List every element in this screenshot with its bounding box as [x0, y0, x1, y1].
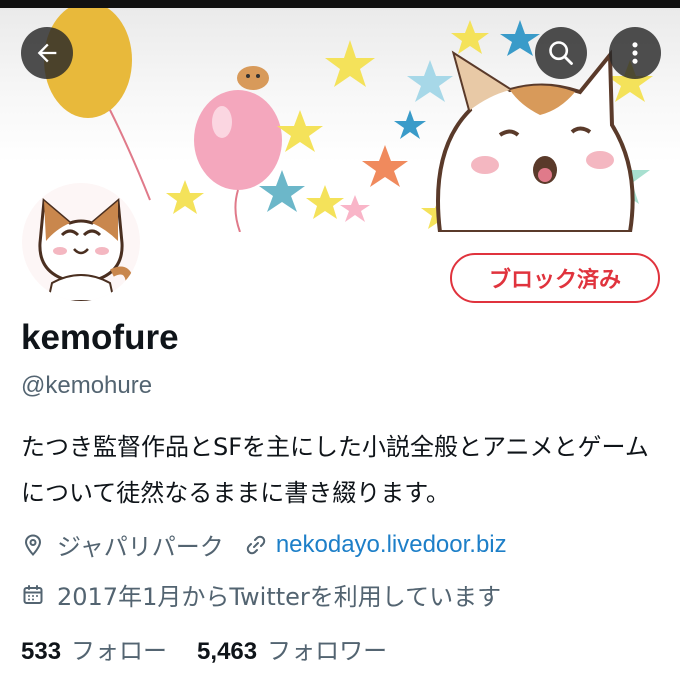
back-button[interactable] [21, 27, 73, 79]
following-label[interactable]: フォロー [71, 631, 167, 666]
location-pin-icon [21, 533, 45, 557]
following-count[interactable]: 533 [21, 638, 61, 666]
avatar-cat-image [22, 183, 140, 301]
calendar-icon [21, 583, 45, 607]
cat-illustration [436, 49, 635, 232]
search-button[interactable] [535, 27, 587, 79]
profile-bio: たつき監督作品とSFを主にした小説全般とアニメとゲームについて徒然なるままに書き… [21, 433, 649, 507]
joined-date-text: 2017年1月からTwitterを利用しています [57, 583, 502, 611]
arrow-left-icon [37, 43, 57, 63]
followers-label[interactable]: フォロワー [267, 631, 387, 666]
followers-count[interactable]: 5,463 [197, 638, 257, 666]
search-icon [549, 41, 573, 65]
pink-balloon [194, 90, 282, 190]
joined-row: 2017年1月からTwitterを利用しています [21, 577, 501, 612]
user-handle: @kemohure [21, 372, 153, 399]
link-icon [244, 533, 268, 557]
avatar[interactable] [22, 183, 140, 301]
location-website-row: ジャパリパーク nekodayo.livedoor.biz [21, 527, 507, 562]
location-text: ジャパリパーク [57, 533, 224, 561]
blocked-button[interactable]: ブロック済み [450, 253, 660, 303]
status-bar-shade [0, 0, 680, 8]
website-link[interactable]: nekodayo.livedoor.biz [276, 531, 507, 559]
display-name: kemofure [21, 318, 179, 357]
follow-stats: 533 フォロー 5,463 フォロワー [21, 631, 387, 666]
more-vertical-icon [632, 42, 638, 64]
profile-page: ブロック済み kemofure @kemohure たつき監督作品とSFを主にし… [0, 0, 680, 690]
more-button[interactable] [609, 27, 661, 79]
blocked-button-label: ブロック済み [488, 268, 621, 293]
